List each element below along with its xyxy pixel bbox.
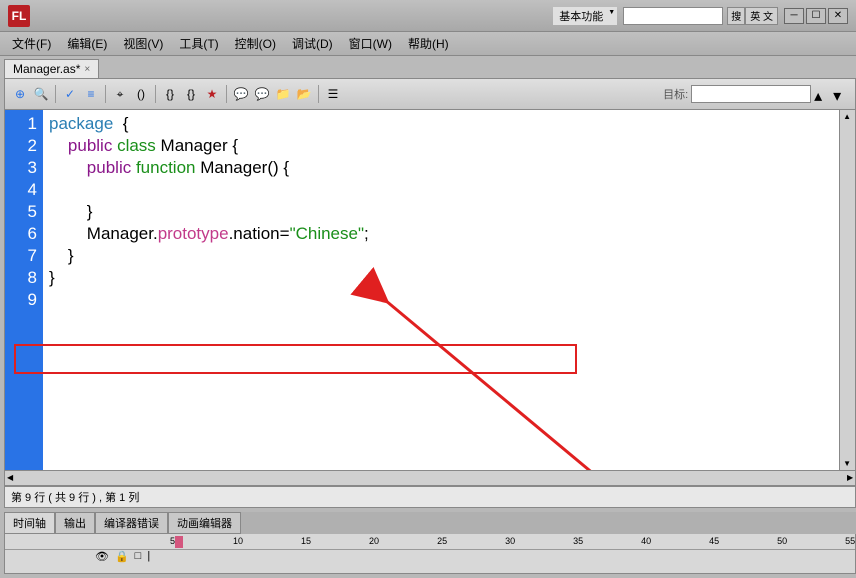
code-line[interactable]: package {: [49, 114, 849, 136]
code-line[interactable]: }: [49, 202, 849, 224]
menu-window[interactable]: 窗口(W): [341, 33, 400, 54]
code-line[interactable]: public function Manager() {: [49, 158, 849, 180]
format-icon[interactable]: ≡: [82, 85, 100, 103]
tab-timeline[interactable]: 时间轴: [4, 512, 55, 534]
line-number: 7: [5, 246, 37, 268]
ruler-mark: 50: [777, 536, 787, 546]
ruler-mark: 40: [641, 536, 651, 546]
menu-file[interactable]: 文件(F): [4, 33, 59, 54]
line-number: 9: [5, 290, 37, 312]
menubar: 文件(F) 编辑(E) 视图(V) 工具(T) 控制(O) 调试(D) 窗口(W…: [0, 32, 856, 56]
line-number: 1: [5, 114, 37, 136]
ruler-mark: 55: [845, 536, 855, 546]
ruler-mark: 15: [301, 536, 311, 546]
line-number: 5: [5, 202, 37, 224]
line-number: 2: [5, 136, 37, 158]
menu-control[interactable]: 控制(O): [227, 33, 284, 54]
check-icon[interactable]: ✓: [61, 85, 79, 103]
workspace: Manager.as* × ⊕ 🔍 ✓ ≡ ⌖ () {} {} ★ 💬 💬 📁…: [0, 56, 856, 578]
nav-up-icon[interactable]: ▴: [814, 86, 830, 102]
timeline[interactable]: 510152025303540455055 👁 🔒 □ |: [4, 534, 856, 574]
vertical-scrollbar[interactable]: [839, 110, 855, 470]
ruler-mark: 25: [437, 536, 447, 546]
line-number: 6: [5, 224, 37, 246]
menu-debug[interactable]: 调试(D): [284, 33, 341, 54]
target-label: 目标:: [663, 86, 688, 102]
hint-icon[interactable]: ⌖: [111, 85, 129, 103]
status-bar: 第 9 行 ( 共 9 行 ) , 第 1 列: [4, 486, 856, 508]
code-line[interactable]: }: [49, 246, 849, 268]
menu-help[interactable]: 帮助(H): [400, 33, 457, 54]
ruler-mark: 20: [369, 536, 379, 546]
close-button[interactable]: ✕: [828, 8, 848, 24]
code-line[interactable]: }: [49, 268, 849, 290]
uncomment-icon[interactable]: 💬: [253, 85, 271, 103]
line-number: 4: [5, 180, 37, 202]
workspace-dropdown[interactable]: 基本功能: [553, 7, 617, 25]
expand-icon[interactable]: 📂: [295, 85, 313, 103]
document-tab[interactable]: Manager.as* ×: [4, 59, 99, 78]
menu-view[interactable]: 视图(V): [115, 33, 171, 54]
editor-panel: Manager.as* × ⊕ 🔍 ✓ ≡ ⌖ () {} {} ★ 💬 💬 📁…: [0, 56, 856, 578]
code-editor[interactable]: 123456789 package { public class Manager…: [4, 110, 856, 470]
code-line[interactable]: [49, 290, 849, 312]
playhead[interactable]: [175, 536, 183, 548]
tab-label: Manager.as*: [13, 62, 80, 76]
brace-open-icon[interactable]: {}: [161, 85, 179, 103]
find-icon[interactable]: 🔍: [32, 85, 50, 103]
tab-output[interactable]: 输出: [55, 512, 95, 534]
tab-close-icon[interactable]: ×: [84, 64, 90, 75]
collapse-icon[interactable]: 📁: [274, 85, 292, 103]
menu-tools[interactable]: 工具(T): [171, 33, 226, 54]
code-line[interactable]: public class Manager {: [49, 136, 849, 158]
ruler-mark: 35: [573, 536, 583, 546]
bottom-panel: 时间轴 输出 编译器错误 动画编辑器 510152025303540455055…: [4, 512, 856, 574]
search-input[interactable]: [623, 7, 723, 25]
target-dropdown[interactable]: [691, 85, 811, 103]
timeline-controls: 👁 🔒 □ |: [95, 550, 150, 563]
search-button[interactable]: 搜: [727, 7, 745, 25]
code-line[interactable]: Manager.prototype.nation="Chinese";: [49, 224, 849, 246]
tab-compiler-errors[interactable]: 编译器错误: [95, 512, 168, 534]
lock-icon[interactable]: 🔒: [115, 550, 129, 563]
visibility-icon[interactable]: 👁: [95, 550, 109, 563]
brace-close-icon[interactable]: {}: [182, 85, 200, 103]
code-area[interactable]: package { public class Manager { public …: [43, 110, 855, 470]
paren-icon[interactable]: (): [132, 85, 150, 103]
ruler-mark: 10: [233, 536, 243, 546]
ruler-mark: 30: [505, 536, 515, 546]
language-toggle[interactable]: 英 文: [745, 7, 778, 25]
titlebar: FL 基本功能 搜 英 文 ─ ☐ ✕: [0, 0, 856, 32]
line-number: 8: [5, 268, 37, 290]
line-number: 3: [5, 158, 37, 180]
app-logo: FL: [8, 5, 30, 27]
menu-edit[interactable]: 编辑(E): [59, 33, 115, 54]
horizontal-scrollbar[interactable]: [4, 470, 856, 486]
minimize-button[interactable]: ─: [784, 8, 804, 24]
tab-bar: Manager.as* ×: [0, 56, 856, 78]
add-icon[interactable]: ⊕: [11, 85, 29, 103]
maximize-button[interactable]: ☐: [806, 8, 826, 24]
nav-down-icon[interactable]: ▾: [833, 86, 849, 102]
code-line[interactable]: [49, 180, 849, 202]
outline-icon[interactable]: □: [135, 550, 142, 563]
editor-toolbar: ⊕ 🔍 ✓ ≡ ⌖ () {} {} ★ 💬 💬 📁 📂 ☰ 目标: ▴ ▾: [4, 78, 856, 110]
comment-icon[interactable]: 💬: [232, 85, 250, 103]
tab-motion-editor[interactable]: 动画编辑器: [168, 512, 241, 534]
line-gutter: 123456789: [5, 110, 43, 470]
help-icon[interactable]: ☰: [324, 85, 342, 103]
ruler-mark: 45: [709, 536, 719, 546]
breakpoint-icon[interactable]: ★: [203, 85, 221, 103]
frame-icon[interactable]: |: [147, 550, 150, 563]
